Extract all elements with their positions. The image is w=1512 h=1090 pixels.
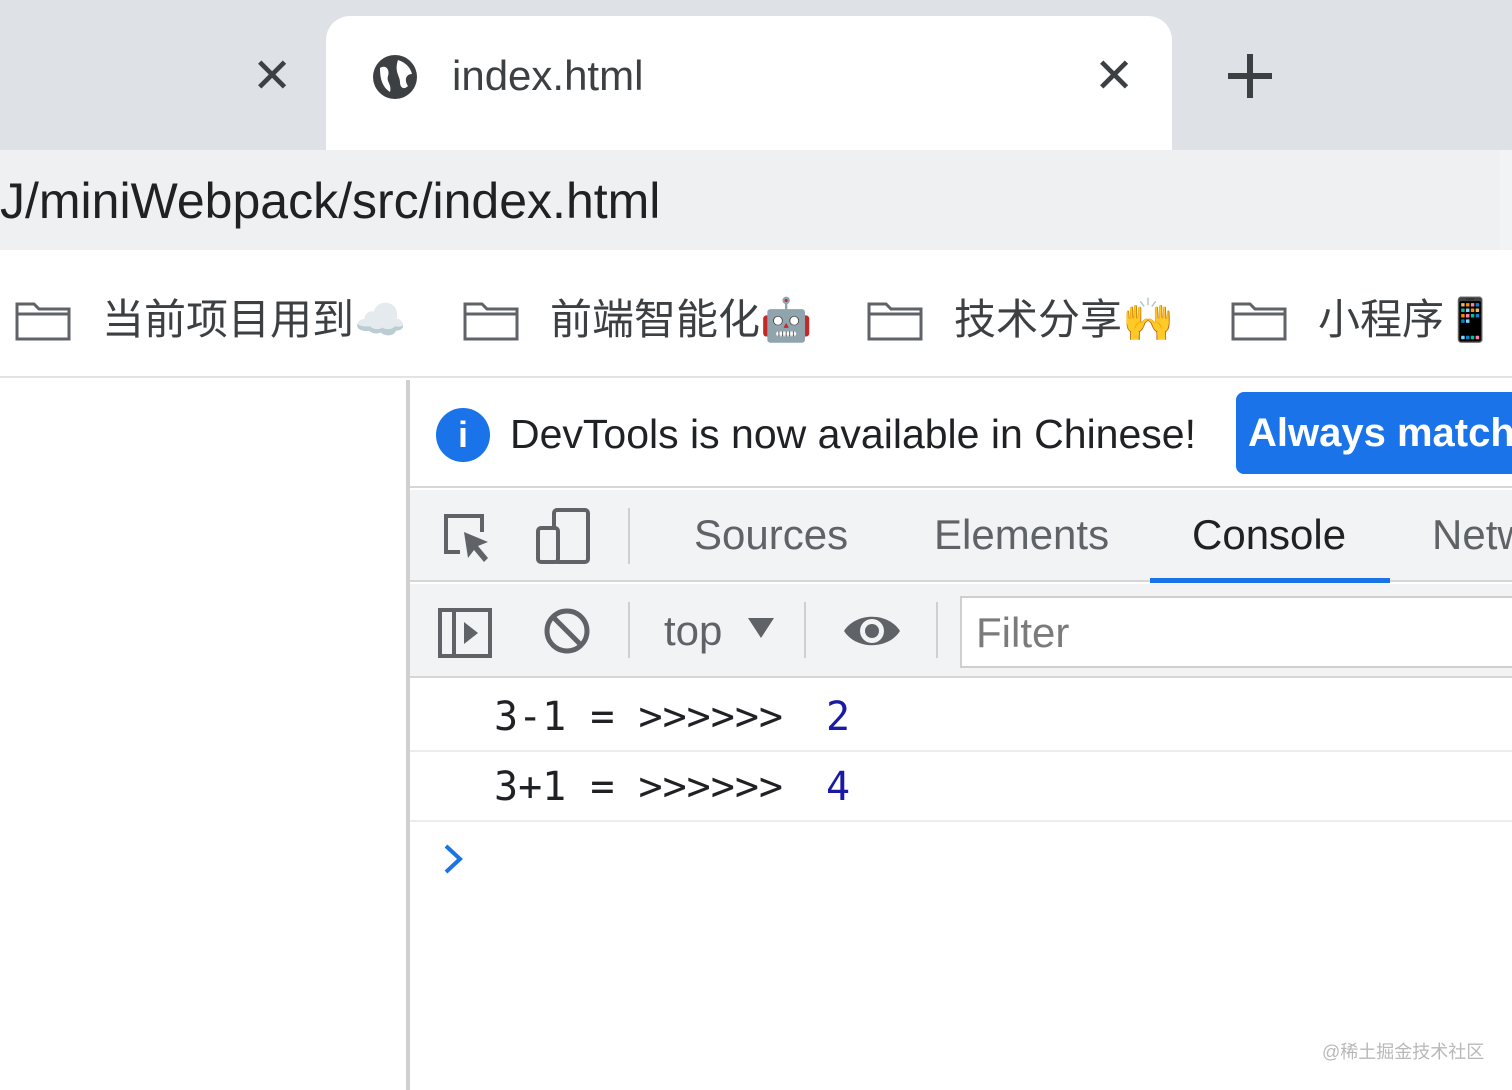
filter-placeholder: Filter (976, 609, 1070, 656)
bookmark-folder[interactable]: 小程序📱 (1230, 292, 1496, 348)
eye-icon[interactable] (842, 610, 902, 652)
toolbar-separator (628, 602, 630, 658)
bookmark-label: 小程序📱 (1318, 296, 1497, 343)
device-toolbar-icon[interactable] (534, 506, 594, 566)
tab-network[interactable]: Network (1432, 510, 1512, 560)
toolbar-separator (804, 602, 806, 658)
always-match-button[interactable]: Always match (1236, 392, 1512, 474)
tab-network-clip: Network (1430, 490, 1512, 580)
log-value: 4 (826, 764, 851, 810)
bookmark-folder[interactable]: 当前项目用到☁️ (14, 292, 406, 348)
log-text: 3-1 = >>>>>> (494, 694, 783, 740)
close-tab-icon[interactable]: ✕ (1094, 52, 1134, 100)
tab-sources[interactable]: Sources (694, 510, 848, 560)
folder-icon (463, 302, 519, 341)
globe-icon (373, 55, 417, 99)
tab-title: index.html (452, 52, 644, 99)
folder-icon (867, 302, 923, 341)
plus-icon[interactable] (1222, 48, 1278, 104)
active-tab-indicator (1150, 578, 1390, 583)
context-selector[interactable]: top (664, 606, 722, 656)
tab-console[interactable]: Console (1192, 510, 1346, 560)
bookmark-folder[interactable]: 前端智能化🤖 (462, 292, 812, 348)
inspect-element-icon[interactable] (442, 512, 494, 564)
bookmark-label: 技术分享🙌 (954, 296, 1175, 343)
page-viewport (0, 380, 408, 1090)
folder-icon (1231, 302, 1287, 341)
info-icon: i (436, 408, 490, 462)
bookmark-label: 前端智能化🤖 (550, 296, 813, 343)
bookmark-label: 当前项目用到☁️ (102, 296, 407, 343)
log-value: 2 (826, 694, 851, 740)
close-tab-icon[interactable]: ✕ (252, 52, 292, 100)
clear-console-icon[interactable] (542, 606, 592, 656)
url-text[interactable]: J/miniWebpack/src/index.html (0, 170, 660, 232)
bookmark-folder[interactable]: 技术分享🙌 (866, 292, 1174, 348)
folder-icon (15, 302, 71, 341)
infobar-message: DevTools is now available in Chinese! (510, 411, 1196, 457)
chevron-down-icon[interactable] (748, 618, 774, 638)
sidebar-toggle-icon[interactable] (436, 604, 494, 662)
toolbar-separator (936, 602, 938, 658)
tab-elements[interactable]: Elements (934, 510, 1109, 560)
toolbar-separator (628, 508, 630, 564)
log-text: 3+1 = >>>>>> (494, 764, 783, 810)
watermark: @稀土掘金技术社区 (1322, 1042, 1485, 1062)
chevron-right-icon[interactable] (440, 842, 466, 876)
